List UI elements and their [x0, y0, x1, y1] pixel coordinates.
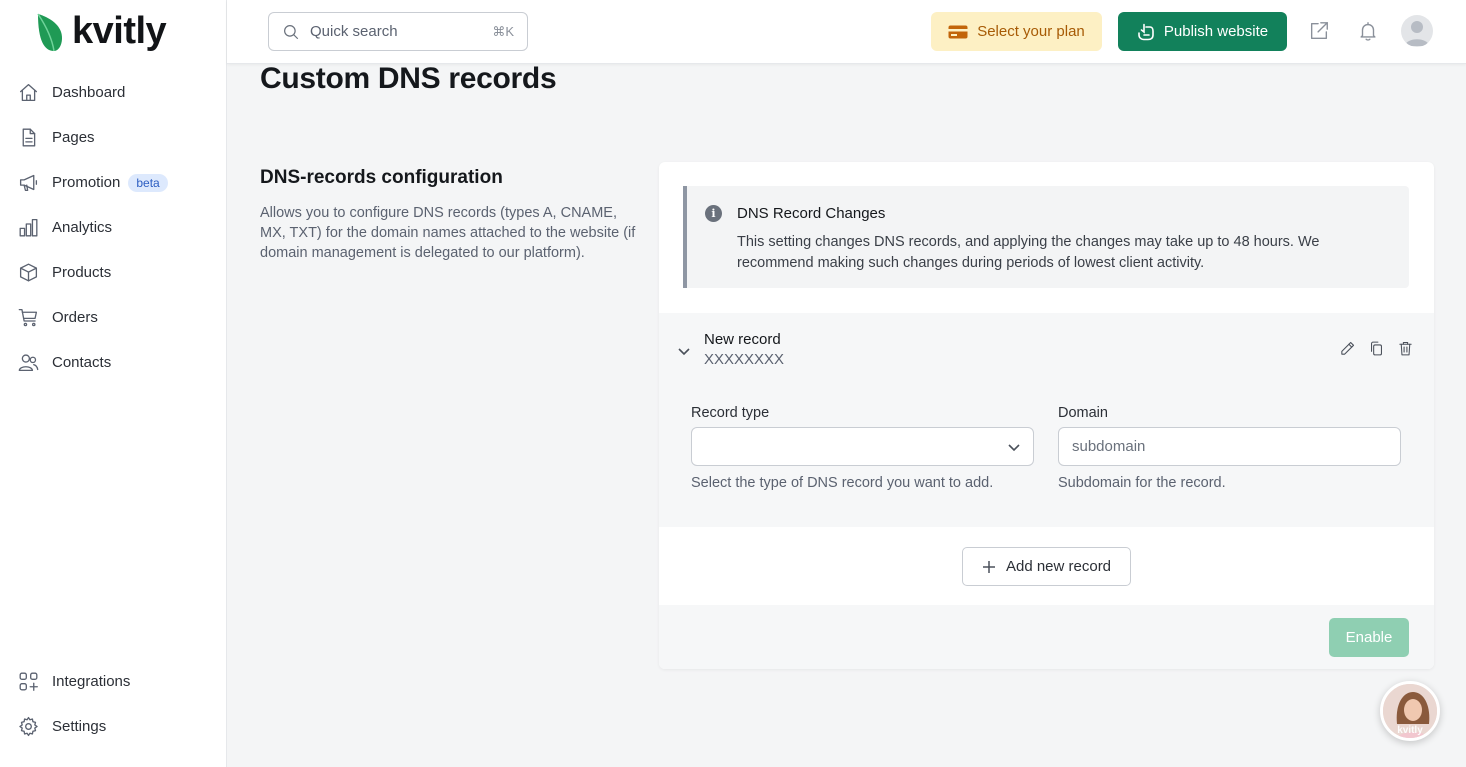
sidebar-item-label: Settings — [52, 718, 107, 735]
support-chat-button[interactable]: kvitly — [1380, 681, 1440, 741]
credit-card-icon — [948, 25, 968, 38]
sidebar-item-pages[interactable]: Pages — [0, 115, 227, 160]
trash-icon[interactable] — [1395, 338, 1415, 358]
record-value: XXXXXXXX — [704, 351, 785, 368]
sidebar-item-label: Dashboard — [52, 84, 126, 101]
bar-chart-icon — [17, 217, 39, 239]
sidebar: kvitly Dashboard Pages Promotion beta An… — [0, 0, 227, 767]
brand-logo[interactable]: kvitly — [36, 10, 167, 52]
info-icon: i — [705, 205, 722, 222]
brand-name: kvitly — [72, 10, 167, 52]
sidebar-item-dashboard[interactable]: Dashboard — [0, 70, 227, 115]
search-shortcut: ⌘K — [492, 23, 514, 39]
publish-website-label: Publish website — [1163, 23, 1269, 40]
chevron-down-icon[interactable] — [677, 344, 691, 358]
home-icon — [17, 82, 39, 104]
select-plan-label: Select your plan — [977, 23, 1085, 40]
megaphone-icon — [17, 172, 39, 194]
top-bar: ⌘K Select your plan Publish website — [227, 0, 1466, 64]
record-name: New record — [704, 331, 781, 348]
domain-input[interactable] — [1058, 427, 1401, 466]
grid-plus-icon — [17, 671, 39, 693]
sidebar-item-label: Promotion — [52, 174, 121, 191]
chat-label: kvitly — [1397, 725, 1423, 736]
sidebar-item-label: Orders — [52, 309, 98, 326]
card-footer: Enable — [659, 605, 1434, 669]
users-icon — [17, 352, 39, 374]
sidebar-item-contacts[interactable]: Contacts — [0, 340, 227, 385]
select-plan-button[interactable]: Select your plan — [931, 12, 1102, 51]
document-icon — [17, 127, 39, 149]
chevron-down-icon — [1008, 444, 1020, 452]
domain-hint: Subdomain for the record. — [1058, 475, 1226, 491]
add-record-label: Add new record — [1005, 558, 1112, 575]
copy-icon[interactable] — [1366, 338, 1386, 358]
dns-record: New record XXXXXXXX Record type Select t… — [659, 313, 1434, 527]
sidebar-item-settings[interactable]: Settings — [0, 704, 227, 749]
user-icon — [1405, 21, 1429, 46]
sidebar-item-label: Products — [52, 264, 112, 281]
cart-icon — [17, 307, 39, 329]
domain-label: Domain — [1058, 405, 1108, 421]
quick-search[interactable]: ⌘K — [268, 12, 528, 51]
notice-title: DNS Record Changes — [737, 205, 886, 222]
plus-icon — [982, 560, 995, 573]
record-type-select[interactable] — [691, 427, 1034, 466]
sidebar-nav: Dashboard Pages Promotion beta Analytics — [0, 70, 227, 385]
gear-icon — [17, 716, 39, 738]
beta-badge: beta — [128, 173, 168, 192]
sidebar-item-integrations[interactable]: Integrations — [0, 659, 227, 704]
record-type-hint: Select the type of DNS record you want t… — [691, 475, 994, 491]
add-record-button[interactable]: Add new record — [962, 547, 1131, 586]
dns-notice: i DNS Record Changes This setting change… — [683, 186, 1409, 288]
sidebar-bottom-nav: Integrations Settings — [0, 659, 227, 749]
publish-icon — [1138, 23, 1154, 40]
search-input[interactable] — [310, 23, 480, 40]
bell-icon[interactable] — [1355, 18, 1381, 44]
enable-button[interactable]: Enable — [1329, 618, 1409, 657]
publish-website-button[interactable]: Publish website — [1118, 12, 1287, 51]
sidebar-item-label: Contacts — [52, 354, 112, 371]
notice-text: This setting changes DNS records, and ap… — [737, 234, 1320, 271]
dns-config-card: i DNS Record Changes This setting change… — [659, 162, 1434, 669]
external-link-icon[interactable] — [1306, 18, 1332, 44]
edit-icon[interactable] — [1337, 338, 1357, 358]
sidebar-item-orders[interactable]: Orders — [0, 295, 227, 340]
section-description: Allows you to configure DNS records (typ… — [260, 205, 636, 261]
search-icon — [284, 24, 299, 39]
sidebar-item-label: Integrations — [52, 673, 131, 690]
record-type-label: Record type — [691, 405, 770, 421]
sidebar-item-promotion[interactable]: Promotion beta — [0, 160, 227, 205]
sidebar-item-label: Pages — [52, 129, 95, 146]
page-title: Custom DNS records — [260, 62, 557, 95]
sidebar-item-analytics[interactable]: Analytics — [0, 205, 227, 250]
leaf-icon — [37, 13, 62, 52]
user-avatar[interactable] — [1401, 15, 1433, 47]
sidebar-item-products[interactable]: Products — [0, 250, 227, 295]
sidebar-item-label: Analytics — [52, 219, 113, 236]
box-icon — [17, 262, 39, 284]
section-title: DNS-records configuration — [260, 167, 503, 188]
